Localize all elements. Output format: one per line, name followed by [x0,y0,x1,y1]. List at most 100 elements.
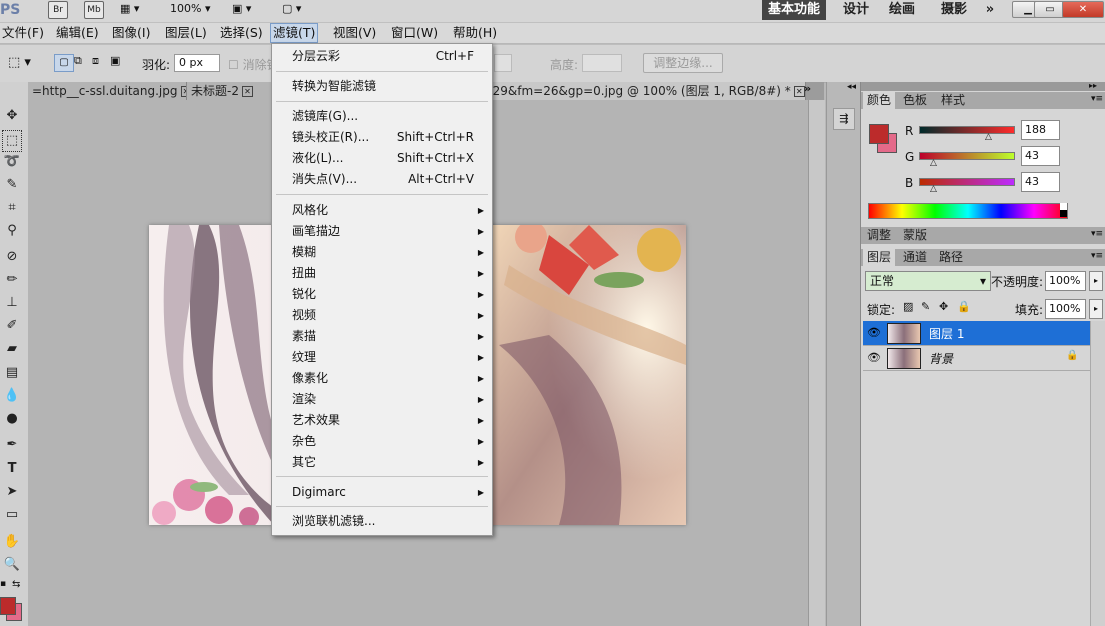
hand-tool-icon[interactable]: ✋ [2,532,22,552]
new-selection-icon[interactable]: ▢ [54,54,74,72]
pen-tool-icon[interactable]: ✒ [2,435,22,455]
path-selection-tool-icon[interactable]: ➤ [2,482,22,502]
eyedropper-tool-icon[interactable]: ⚲ [2,221,22,241]
menu-view[interactable]: 视图(V) [331,23,378,43]
channel-g-value[interactable]: 43 [1021,146,1060,166]
feather-input[interactable]: 0 px [174,54,220,72]
color-spectrum-bar[interactable] [868,203,1068,219]
history-panel-icon[interactable]: ⇶ [833,108,855,130]
menu-item-browse-filters-online[interactable]: 浏览联机滤镜... [272,511,492,532]
panel-menu-icon[interactable]: ▾≡ [1091,229,1103,239]
tab-document-1[interactable]: =http__c-ssl.duitang.jpg✕ [28,82,187,100]
channel-b-value[interactable]: 43 [1021,172,1060,192]
brush-tool-icon[interactable]: ✏ [2,270,22,290]
menu-item-digimarc[interactable]: Digimarc ▶ [272,482,492,503]
screen-mode-icon[interactable]: ▢ ▾ [282,2,316,18]
menu-item-brush-strokes[interactable]: 画笔描边 ▶ [272,221,492,242]
layer-name[interactable]: 背景 [929,350,953,367]
move-tool-icon[interactable]: ✥ [2,106,22,126]
menu-item-artistic[interactable]: 艺术效果 ▶ [272,410,492,431]
fill-input[interactable]: 100% [1045,299,1086,319]
height-input[interactable] [582,54,622,72]
menu-item-video[interactable]: 视频 ▶ [272,305,492,326]
lock-transparency-icon[interactable]: ▨ [903,300,913,313]
slider-thumb-icon[interactable]: △ [930,158,937,168]
tab-channels[interactable]: 通道 [899,249,931,266]
type-tool-icon[interactable]: T [2,459,22,479]
lock-all-icon[interactable]: 🔒 [957,300,971,313]
crop-tool-icon[interactable]: ⌗ [2,198,22,218]
opacity-input[interactable]: 100% [1045,271,1086,291]
dodge-tool-icon[interactable]: ● [2,409,22,429]
shape-tool-icon[interactable]: ▭ [2,505,22,525]
menu-file[interactable]: 文件(F) [0,23,46,43]
tab-document-2[interactable]: 未标题-2 ✕ [187,82,274,100]
fill-slider-toggle[interactable]: ▸ [1089,299,1103,319]
menu-item-other[interactable]: 其它 ▶ [272,452,492,473]
menu-item-blur[interactable]: 模糊 ▶ [272,242,492,263]
blend-mode-select[interactable]: 正常 ▾ [865,271,991,291]
marquee-tool-icon[interactable]: ⬚ [2,130,22,152]
mini-bridge-icon[interactable]: Mb [84,1,104,19]
view-extras-icon[interactable]: ▦ ▾ [120,2,150,18]
lasso-tool-icon[interactable]: ➰ [2,152,22,172]
default-colors-icon[interactable]: ▪ [0,579,6,589]
menu-item-last-filter[interactable]: 分层云彩 Ctrl+F [272,46,492,67]
arrange-documents-icon[interactable]: ▣ ▾ [232,2,266,18]
opacity-slider-toggle[interactable]: ▸ [1089,271,1103,291]
slider-thumb-icon[interactable]: △ [930,184,937,194]
menu-help[interactable]: 帮助(H) [451,23,499,43]
more-workspaces-icon[interactable]: » [980,0,1000,20]
more-tabs-icon[interactable]: » [804,82,811,95]
visibility-eye-icon[interactable]: 👁 [867,326,881,339]
menu-image[interactable]: 图像(I) [110,23,152,43]
menu-item-liquify[interactable]: 液化(L)... Shift+Ctrl+X [272,148,492,169]
menu-item-sketch[interactable]: 素描 ▶ [272,326,492,347]
lock-position-icon[interactable]: ✥ [939,300,948,313]
menu-select[interactable]: 选择(S) [218,23,265,43]
swap-colors-icon[interactable]: ⇆ [12,579,20,590]
healing-brush-tool-icon[interactable]: ⊘ [2,247,22,267]
menu-item-sharpen[interactable]: 锐化 ▶ [272,284,492,305]
layer-row-1[interactable]: 👁 图层 1 [863,321,1105,346]
zoom-tool-icon[interactable]: 🔍 [2,555,22,575]
vertical-scrollbar[interactable] [808,100,825,626]
menu-layer[interactable]: 图层(L) [163,23,209,43]
expand-panels-icon[interactable]: ◂◂ [847,82,856,92]
add-to-selection-icon[interactable]: ⧉ [74,54,82,68]
refine-edge-button[interactable]: 调整边缘... [643,53,723,73]
zoom-level[interactable]: 100% ▾ [170,2,210,18]
menu-window[interactable]: 窗口(W) [389,23,440,43]
gradient-tool-icon[interactable]: ▤ [2,363,22,383]
menu-item-lens-correction[interactable]: 镜头校正(R)... Shift+Ctrl+R [272,127,492,148]
menu-item-convert-smart-filters[interactable]: 转换为智能滤镜 [272,76,492,97]
foreground-color-chip[interactable] [869,124,889,144]
panel-menu-icon[interactable]: ▾≡ [1091,251,1103,261]
close-tab-icon[interactable]: ✕ [241,86,253,97]
tab-styles[interactable]: 样式 [937,92,969,109]
clone-stamp-tool-icon[interactable]: ⊥ [2,293,22,313]
intersect-selection-icon[interactable]: ▣ [110,54,120,67]
menu-filter[interactable]: 滤镜(T) [270,23,319,43]
workspace-essentials[interactable]: 基本功能 [762,0,826,20]
tab-masks[interactable]: 蒙版 [899,227,931,244]
tab-layers[interactable]: 图层 [863,249,896,266]
menu-item-pixelate[interactable]: 像素化 ▶ [272,368,492,389]
quick-selection-tool-icon[interactable]: ✎ [2,175,22,195]
marquee-preset-icon[interactable]: ⬚ ▾ [8,55,31,70]
panel-menu-icon[interactable]: ▾≡ [1091,94,1103,104]
workspace-photography[interactable]: 摄影 [936,0,972,20]
close-button[interactable]: ✕ [1062,1,1104,18]
foreground-color-swatch[interactable] [0,597,16,615]
lock-pixels-icon[interactable]: ✎ [921,300,930,313]
menu-item-filter-gallery[interactable]: 滤镜库(G)... [272,106,492,127]
blur-tool-icon[interactable]: 💧 [2,386,22,406]
layers-scrollbar[interactable] [1090,321,1105,626]
layer-name[interactable]: 图层 1 [929,325,964,342]
channel-r-slider[interactable] [919,126,1015,134]
eraser-tool-icon[interactable]: ▰ [2,339,22,359]
collapse-panels-icon[interactable]: ▸▸ [1089,81,1097,90]
workspace-design[interactable]: 设计 [838,0,874,20]
menu-item-distort[interactable]: 扭曲 ▶ [272,263,492,284]
menu-item-noise[interactable]: 杂色 ▶ [272,431,492,452]
